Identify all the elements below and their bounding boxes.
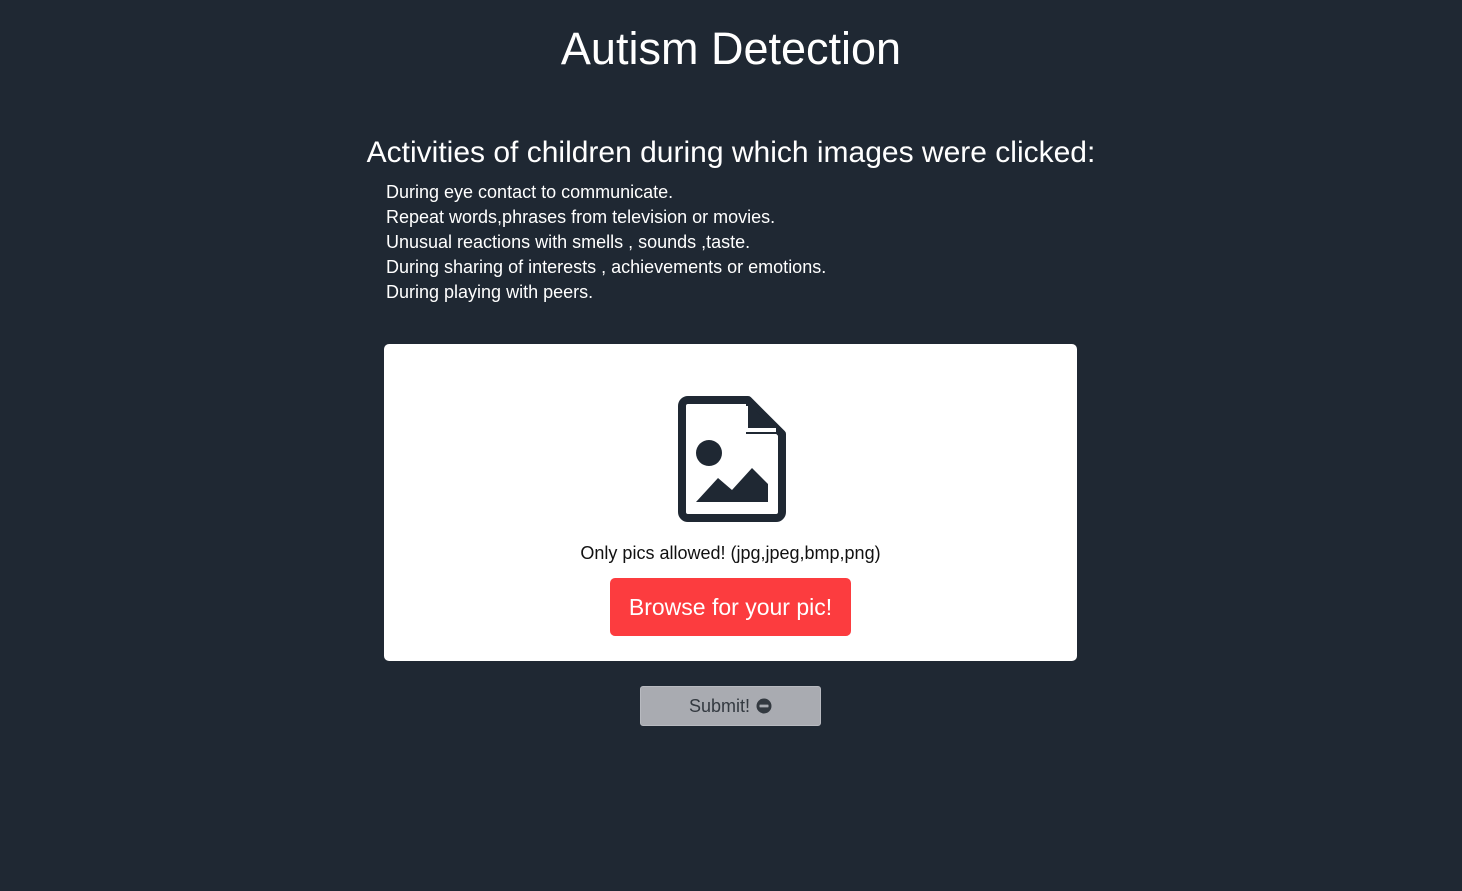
page-title: Autism Detection (560, 23, 902, 74)
list-item: During eye contact to communicate. (386, 182, 674, 202)
list-item: During sharing of interests , achievemen… (386, 257, 827, 277)
submit-button[interactable]: Submit! (640, 686, 821, 726)
minus-circle-icon (756, 698, 772, 714)
page: Autism Detection Activities of children … (0, 0, 1462, 891)
list-item: Repeat words,phrases from television or … (386, 207, 776, 227)
file-image-icon (678, 396, 786, 522)
activities-list: During eye contact to communicate. Repea… (386, 180, 826, 305)
activities-heading: Activities of children during which imag… (366, 136, 1096, 169)
upload-note: Only pics allowed! (jpg,jpeg,bmp,png) (580, 543, 881, 563)
upload-card[interactable]: Only pics allowed! (jpg,jpeg,bmp,png) Br… (384, 344, 1077, 661)
list-item: Unusual reactions with smells , sounds ,… (386, 232, 751, 252)
submit-label: Submit! (688, 696, 751, 716)
browse-button[interactable]: Browse for your pic! (610, 578, 851, 636)
list-item: During playing with peers. (386, 282, 594, 302)
